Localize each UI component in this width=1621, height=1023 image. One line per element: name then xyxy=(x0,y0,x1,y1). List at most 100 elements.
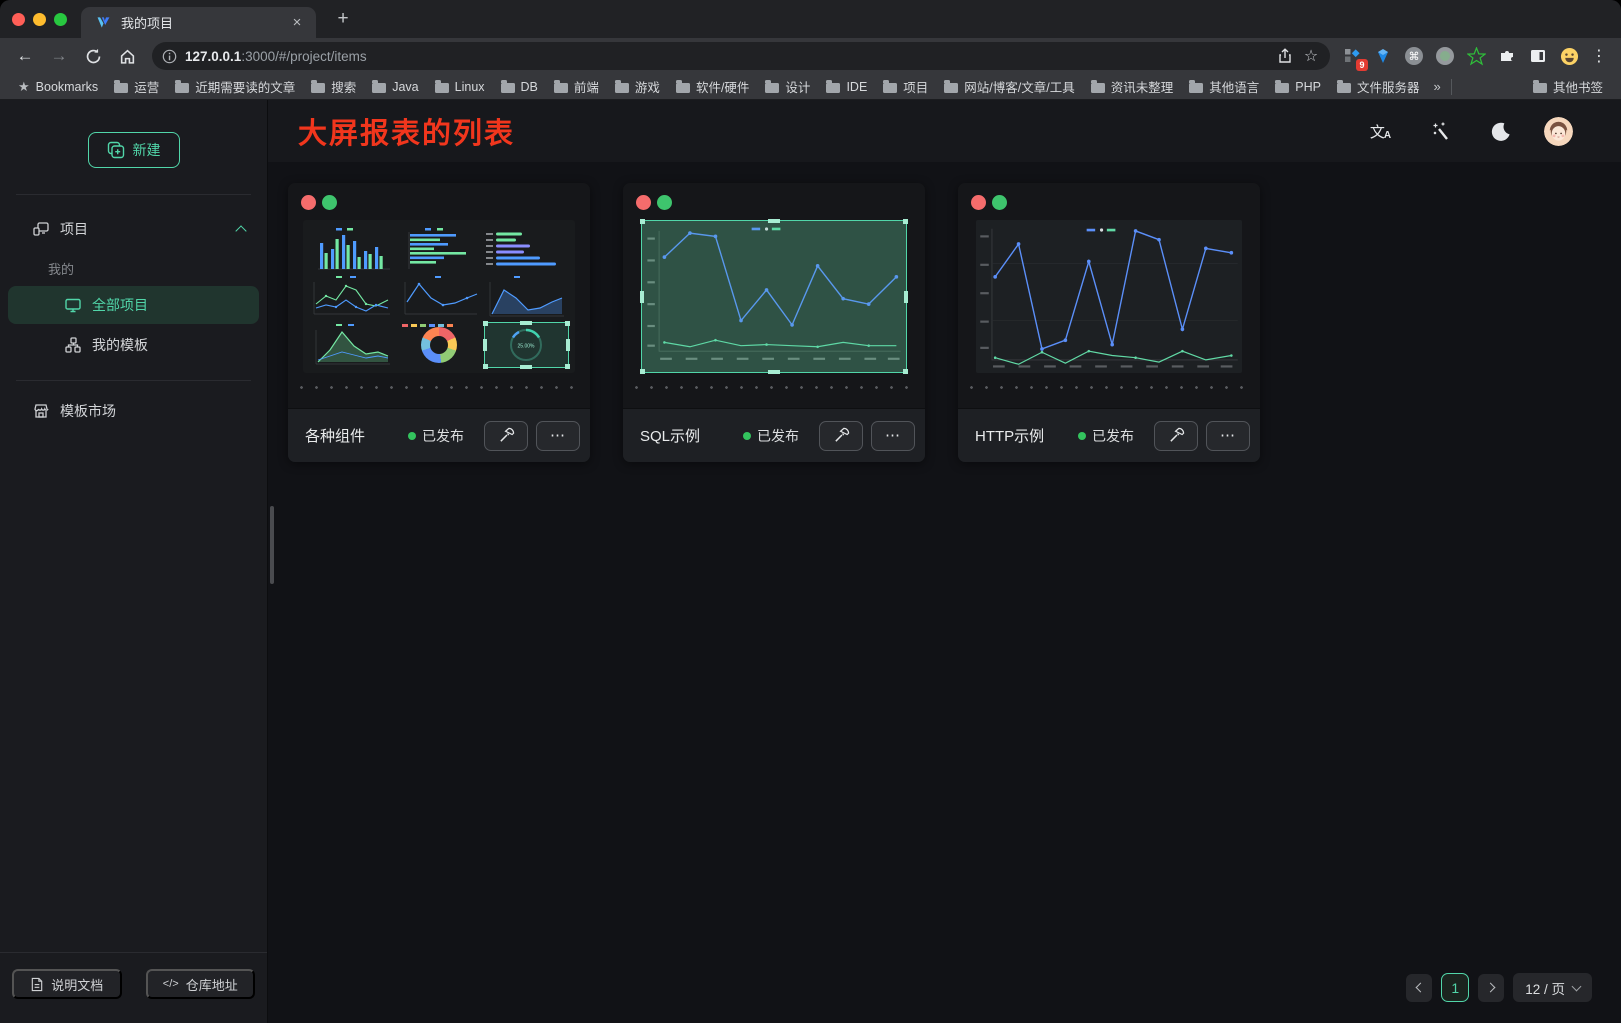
emoji-extension-icon[interactable] xyxy=(1557,44,1581,68)
address-bar[interactable]: 127.0.0.1:3000/#/project/items ☆ xyxy=(152,42,1330,70)
bookmark-folder[interactable]: 前端 xyxy=(546,76,607,98)
edit-project-button[interactable] xyxy=(1154,421,1198,451)
bookmark-folder[interactable]: PHP xyxy=(1267,76,1329,98)
circle-extension-icon[interactable] xyxy=(1433,44,1457,68)
edit-project-button[interactable] xyxy=(484,421,528,451)
bookmark-folder[interactable]: 近期需要读的文章 xyxy=(167,76,303,98)
bookmark-folder[interactable]: 搜索 xyxy=(303,76,364,98)
browser-menu-icon[interactable]: ⋮ xyxy=(1585,46,1613,66)
bookmark-folder[interactable]: 其他语言 xyxy=(1181,76,1267,98)
bookmark-label: 前端 xyxy=(574,77,599,96)
reload-icon[interactable] xyxy=(79,42,107,70)
chevron-up-icon[interactable] xyxy=(235,225,246,236)
status-label: 已发布 xyxy=(422,426,464,446)
macos-traffic-lights xyxy=(0,13,81,26)
folder-icon xyxy=(1337,83,1351,93)
command-extension-icon[interactable]: ⌘ xyxy=(1402,44,1426,68)
selection-box xyxy=(484,322,569,368)
green-dot-icon xyxy=(657,195,672,210)
grid-extension-icon[interactable]: 9 xyxy=(1340,44,1364,68)
project-thumbnail[interactable]: 25.00% xyxy=(303,220,575,373)
red-dot-icon xyxy=(636,195,651,210)
bookmark-label: 近期需要读的文章 xyxy=(195,77,295,96)
green-star-extension-icon[interactable] xyxy=(1464,44,1488,68)
edit-project-button[interactable] xyxy=(819,421,863,451)
green-dot-icon xyxy=(322,195,337,210)
main-area: 大屏报表的列表 文A xyxy=(268,100,1621,1023)
bookmark-folder[interactable]: 网站/博客/文章/工具 xyxy=(936,76,1082,98)
status-dot-icon xyxy=(1078,432,1086,440)
mini-hbar-chart xyxy=(396,226,481,272)
site-info-icon[interactable] xyxy=(162,49,177,64)
bookmark-folder[interactable]: 项目 xyxy=(875,76,936,98)
prev-page-button[interactable] xyxy=(1406,974,1432,1002)
next-page-button[interactable] xyxy=(1478,974,1504,1002)
project-status: 已发布 xyxy=(743,426,799,446)
more-actions-button[interactable]: ⋯ xyxy=(1206,421,1250,451)
folder-icon xyxy=(311,83,325,93)
bookmark-label: 项目 xyxy=(903,77,928,96)
card-traffic-dots xyxy=(623,183,925,210)
folder-icon xyxy=(1091,83,1105,93)
hammer-icon xyxy=(498,427,515,444)
document-icon xyxy=(30,977,44,992)
bookmark-folder[interactable]: DB xyxy=(493,76,546,98)
browser-toolbar: ← → 127.0.0.1:3000/#/project/items ☆ xyxy=(0,38,1621,74)
magic-wand-icon[interactable] xyxy=(1426,116,1456,146)
folder-icon xyxy=(676,83,690,93)
bookmark-folder[interactable]: Java xyxy=(364,76,426,98)
forward-icon: → xyxy=(45,42,73,70)
bookmarks-overflow-icon[interactable]: » xyxy=(1427,79,1446,94)
tab-close-icon[interactable]: × xyxy=(288,14,306,32)
puzzle-extensions-icon[interactable] xyxy=(1495,44,1519,68)
sidebar-group-projects[interactable]: 项目 xyxy=(8,209,259,249)
project-thumbnail[interactable] xyxy=(641,220,907,373)
project-thumbnail[interactable] xyxy=(976,220,1242,373)
gem-extension-icon[interactable] xyxy=(1371,44,1395,68)
bookmarks-bar: ★ Bookmarks 运营 近期需要读的文章 搜索 Java Linux DB… xyxy=(0,74,1621,100)
sidebar-item-my-templates[interactable]: 我的模板 xyxy=(8,326,259,364)
user-avatar[interactable] xyxy=(1544,117,1573,146)
bookmark-folder[interactable]: 资讯未整理 xyxy=(1083,76,1182,98)
new-tab-button[interactable]: + xyxy=(330,6,356,32)
project-card[interactable]: SQL示例 已发布 ⋯ xyxy=(623,183,925,462)
share-icon[interactable] xyxy=(1272,43,1298,69)
side-panel-icon[interactable] xyxy=(1526,44,1550,68)
back-icon[interactable]: ← xyxy=(11,42,39,70)
bookmark-label: 游戏 xyxy=(635,77,660,96)
more-actions-button[interactable]: ⋯ xyxy=(536,421,580,451)
docs-button[interactable]: 说明文档 xyxy=(12,969,122,999)
project-card[interactable]: 25.00% 各种组件 已发布 xyxy=(288,183,590,462)
new-project-button[interactable]: 新建 xyxy=(88,132,180,168)
bookmarks-manager-item[interactable]: ★ Bookmarks xyxy=(10,76,106,98)
project-name: 各种组件 xyxy=(305,425,408,446)
scrollbar-thumb[interactable] xyxy=(270,506,274,584)
extension-icons: 9 ⌘ xyxy=(1336,44,1585,68)
bookmark-folder[interactable]: 游戏 xyxy=(607,76,668,98)
browser-window: 我的项目 × + ← → 127.0.0.1:3000/#/project/it… xyxy=(0,0,1621,1023)
bookmark-folder[interactable]: 文件服务器 xyxy=(1329,76,1428,98)
fullscreen-window-button[interactable] xyxy=(54,13,67,26)
project-card[interactable]: HTTP示例 已发布 xyxy=(958,183,1260,462)
sidebar-item-template-market[interactable]: 模板市场 xyxy=(8,391,259,431)
browser-tab[interactable]: 我的项目 × xyxy=(81,7,316,38)
more-actions-button[interactable]: ⋯ xyxy=(871,421,915,451)
bookmark-folder[interactable]: Linux xyxy=(427,76,493,98)
page-size-select[interactable]: 12 / 页 xyxy=(1513,973,1592,1002)
bookmark-folder[interactable]: 设计 xyxy=(757,76,818,98)
current-page-button[interactable]: 1 xyxy=(1441,973,1469,1002)
minimize-window-button[interactable] xyxy=(33,13,46,26)
dark-mode-moon-icon[interactable] xyxy=(1486,116,1516,146)
template-flow-icon xyxy=(64,336,82,354)
bookmark-folder[interactable]: 软件/硬件 xyxy=(668,76,757,98)
bookmark-folder[interactable]: IDE xyxy=(818,76,875,98)
repo-button[interactable]: </> 仓库地址 xyxy=(146,969,256,999)
language-icon[interactable]: 文A xyxy=(1366,116,1396,146)
bookmark-star-icon[interactable]: ☆ xyxy=(1298,43,1324,69)
home-icon[interactable] xyxy=(113,42,141,70)
bookmark-label: PHP xyxy=(1295,80,1321,94)
sidebar-item-all-projects[interactable]: 全部项目 xyxy=(8,286,259,324)
close-window-button[interactable] xyxy=(12,13,25,26)
other-bookmarks-folder[interactable]: 其他书签 xyxy=(1456,76,1611,98)
bookmark-folder[interactable]: 运营 xyxy=(106,76,167,98)
